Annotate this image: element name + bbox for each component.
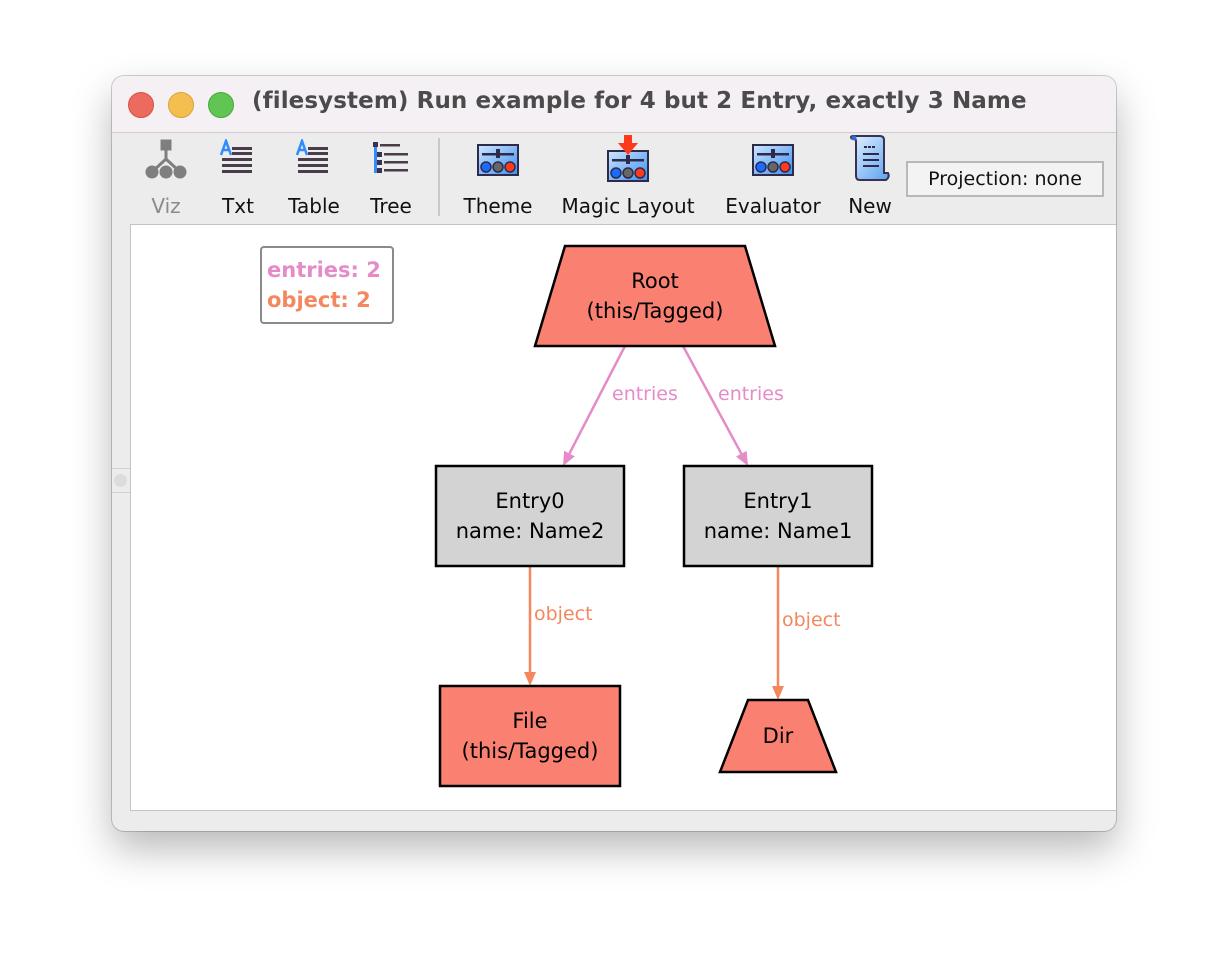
graph-canvas[interactable]: entries entries object object Root (this/Tagg… bbox=[130, 224, 1116, 811]
tree-button[interactable]: Tree bbox=[362, 133, 420, 224]
table-label: Table bbox=[288, 194, 340, 218]
node-label: Entry0 bbox=[495, 489, 564, 513]
node-dir[interactable]: Dir bbox=[718, 698, 838, 774]
tree-list-icon bbox=[373, 142, 408, 173]
txt-label: Txt bbox=[222, 194, 254, 218]
edge-label: object bbox=[534, 603, 593, 625]
arrowhead-icon bbox=[772, 686, 784, 700]
edge-entries-root-entry0[interactable]: entries bbox=[563, 345, 678, 466]
node-entry0[interactable]: Entry0 name: Name2 bbox=[434, 464, 626, 568]
table-text-icon bbox=[295, 139, 328, 173]
splitter-divider bbox=[112, 468, 130, 469]
text-lines-icon bbox=[219, 139, 252, 173]
tree-label: Tree bbox=[370, 194, 412, 218]
node-label: (this/Tagged) bbox=[587, 299, 724, 323]
window-title: (filesystem) Run example for 4 but 2 Ent… bbox=[252, 88, 1027, 114]
evaluator-button[interactable]: Evaluator bbox=[720, 133, 826, 224]
splitter-handle[interactable] bbox=[114, 474, 127, 487]
node-label: (this/Tagged) bbox=[462, 739, 599, 763]
edge-label: entries bbox=[612, 383, 678, 405]
title-bar: (filesystem) Run example for 4 but 2 Ent… bbox=[112, 76, 1116, 133]
node-label: Dir bbox=[763, 724, 794, 748]
theme-button[interactable]: Theme bbox=[458, 133, 538, 224]
edge-object-entry0-file[interactable]: object bbox=[524, 566, 593, 686]
node-shape bbox=[682, 464, 874, 568]
edge-label: entries bbox=[718, 383, 784, 405]
edge-entries-root-entry1[interactable]: entries bbox=[681, 345, 784, 466]
node-label: name: Name1 bbox=[704, 519, 853, 543]
minimize-window-button[interactable] bbox=[168, 92, 194, 118]
scroll-icon bbox=[849, 135, 890, 181]
edge-object-entry1-dir[interactable]: object bbox=[772, 566, 841, 700]
node-label: name: Name2 bbox=[456, 519, 605, 543]
splitter-divider bbox=[112, 492, 130, 493]
slider-panel-arrow-icon bbox=[607, 135, 649, 182]
app-window: (filesystem) Run example for 4 but 2 Ent… bbox=[112, 76, 1116, 831]
toolbar-separator bbox=[438, 138, 440, 216]
node-file[interactable]: File (this/Tagged) bbox=[438, 684, 622, 788]
close-window-button[interactable] bbox=[128, 92, 154, 118]
graph-tree-icon bbox=[145, 139, 187, 179]
new-label: New bbox=[848, 194, 892, 218]
viz-label: Viz bbox=[151, 194, 181, 218]
legend-item-object[interactable]: object: 2 bbox=[267, 285, 392, 315]
node-shape bbox=[438, 684, 622, 788]
maximize-window-button[interactable] bbox=[208, 92, 234, 118]
relation-legend: entries: 2 object: 2 bbox=[260, 246, 394, 324]
node-root[interactable]: Root (this/Tagged) bbox=[533, 244, 777, 348]
node-label: File bbox=[512, 709, 547, 733]
slider-panel-icon bbox=[752, 144, 794, 176]
evaluator-label: Evaluator bbox=[725, 194, 821, 218]
txt-button[interactable]: Txt bbox=[212, 133, 264, 224]
node-shape bbox=[434, 464, 626, 568]
projection-dropdown[interactable]: Projection: none bbox=[906, 161, 1104, 197]
node-entry1[interactable]: Entry1 name: Name1 bbox=[682, 464, 874, 568]
magic-layout-label: Magic Layout bbox=[561, 194, 695, 218]
node-label: Entry1 bbox=[743, 489, 812, 513]
toolbar: Viz Txt Table Tree Theme Magic Layout Ev… bbox=[112, 133, 1116, 224]
legend-item-entries[interactable]: entries: 2 bbox=[267, 255, 392, 285]
arrowhead-icon bbox=[524, 672, 536, 686]
slider-panel-icon bbox=[477, 144, 519, 176]
table-button[interactable]: Table bbox=[282, 133, 346, 224]
node-shape bbox=[533, 244, 777, 348]
node-label: Root bbox=[631, 269, 679, 293]
edge-label: object bbox=[782, 609, 841, 631]
magic-layout-button[interactable]: Magic Layout bbox=[556, 133, 700, 224]
viz-button[interactable]: Viz bbox=[140, 133, 192, 224]
theme-label: Theme bbox=[463, 194, 533, 218]
new-button[interactable]: New bbox=[842, 133, 898, 224]
